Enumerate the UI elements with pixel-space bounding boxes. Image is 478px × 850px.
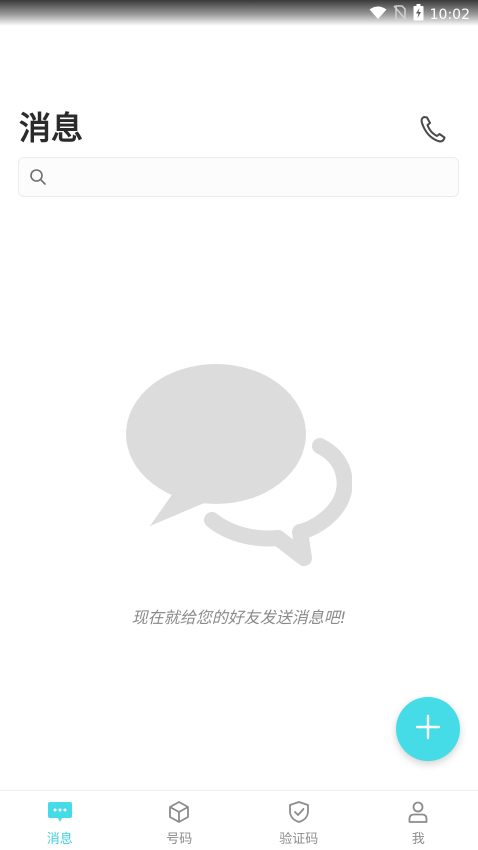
tab-numbers[interactable]: 号码 bbox=[120, 791, 240, 850]
bottom-nav: 消息 号码 验证码 我 bbox=[0, 790, 478, 850]
status-time: 10:02 bbox=[430, 6, 470, 24]
no-sim-icon bbox=[393, 5, 407, 25]
tab-verification-code[interactable]: 验证码 bbox=[239, 791, 359, 850]
battery-icon bbox=[413, 4, 424, 25]
tab-label: 号码 bbox=[166, 828, 192, 847]
shield-check-icon bbox=[286, 799, 312, 825]
message-icon bbox=[47, 799, 73, 825]
search-icon bbox=[29, 168, 47, 186]
phone-button[interactable] bbox=[414, 112, 452, 150]
tab-me[interactable]: 我 bbox=[359, 791, 478, 850]
tab-label: 我 bbox=[412, 828, 425, 847]
status-bar: 10:02 bbox=[0, 0, 478, 26]
add-button[interactable] bbox=[396, 697, 460, 761]
search-input[interactable] bbox=[53, 158, 458, 196]
wifi-icon bbox=[369, 5, 387, 24]
chat-bubbles-icon bbox=[120, 360, 352, 576]
plus-icon bbox=[415, 714, 441, 744]
phone-icon bbox=[419, 114, 447, 148]
tab-messages[interactable]: 消息 bbox=[0, 791, 120, 850]
empty-message: 现在就给您的好友发送消息吧! bbox=[0, 604, 478, 628]
box-icon bbox=[166, 799, 192, 825]
tab-label: 验证码 bbox=[279, 828, 318, 847]
tab-label: 消息 bbox=[47, 828, 73, 847]
status-icons: 10:02 bbox=[369, 4, 470, 25]
search-bar[interactable] bbox=[18, 157, 459, 197]
person-icon bbox=[405, 799, 431, 825]
page-title: 消息 bbox=[19, 108, 83, 148]
